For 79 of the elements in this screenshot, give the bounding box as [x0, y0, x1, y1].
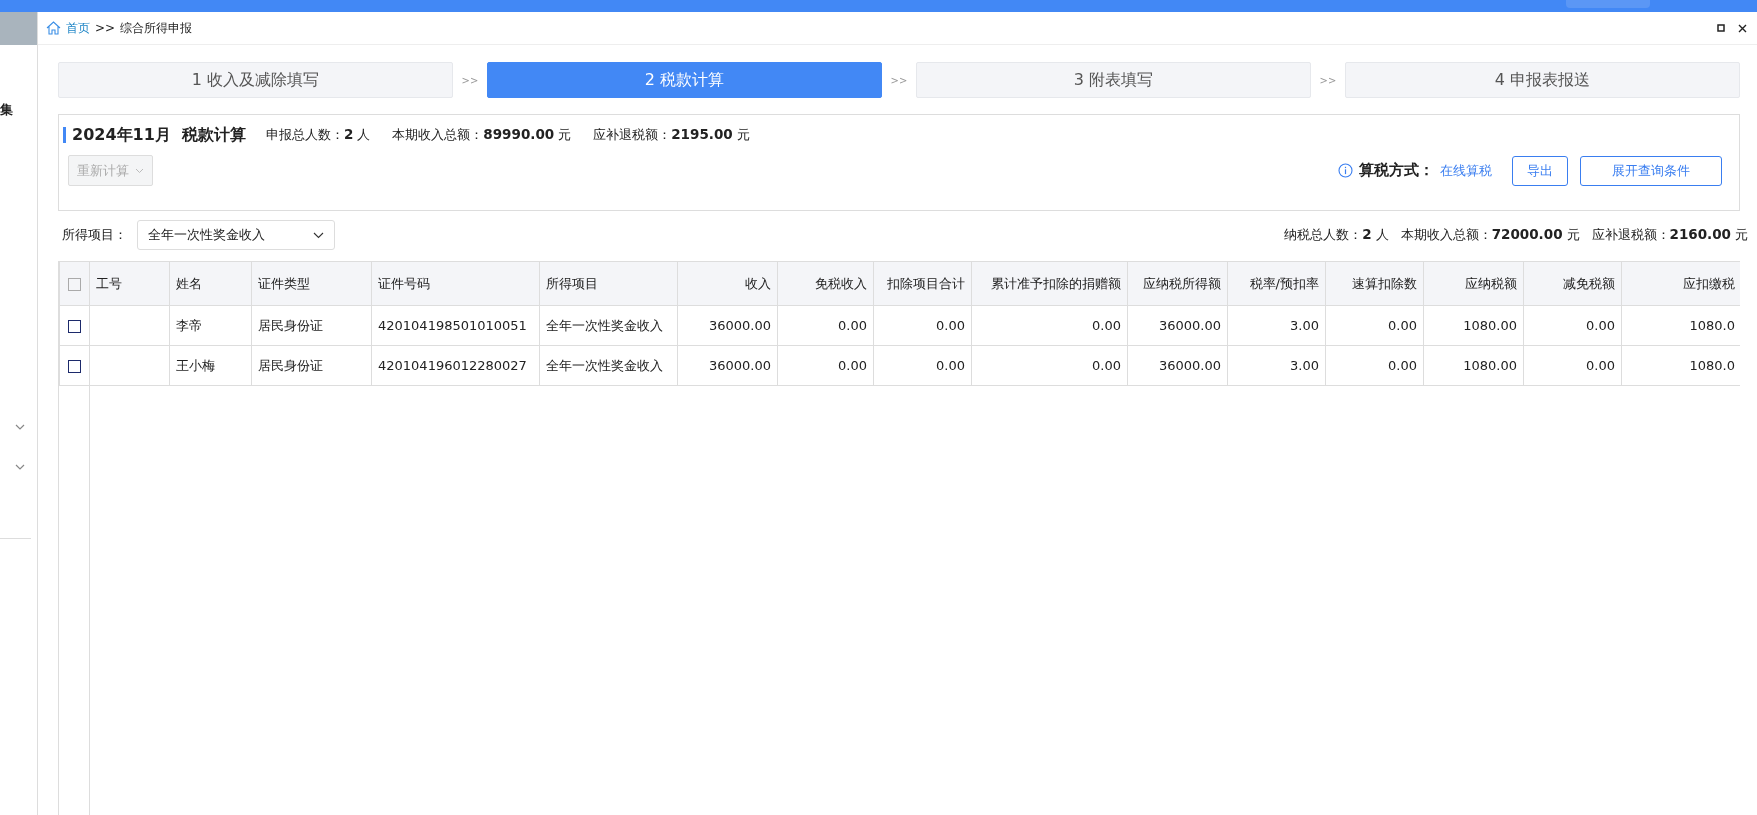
select-all-checkbox[interactable] [68, 278, 81, 291]
chevron-down-icon[interactable] [15, 464, 25, 470]
step-separator: >> [889, 74, 909, 86]
column-header: 工号 [96, 275, 122, 291]
column-header: 减免税额 [1563, 275, 1615, 291]
breadcrumb-current: 综合所得申报 [120, 19, 193, 37]
table-cell: 1080.0 [1689, 358, 1735, 373]
row-checkbox[interactable] [68, 320, 81, 333]
table-cell: 0.00 [1092, 358, 1121, 373]
table-cell: 0.00 [1388, 358, 1417, 373]
column-header: 姓名 [176, 275, 202, 291]
table-cell: 0.00 [1388, 318, 1417, 333]
column-header: 税率/预扣率 [1249, 275, 1319, 291]
step-separator: >> [1318, 74, 1338, 86]
table-cell: 全年一次性奖金收入 [546, 317, 663, 333]
column-header: 速算扣除数 [1352, 275, 1417, 291]
summary-stat: 本期收入总额：89990.00 元 [392, 126, 572, 144]
column-header: 应纳税额 [1465, 275, 1517, 291]
table-cell: 居民身份证 [258, 357, 323, 373]
table-cell: 0.00 [936, 358, 965, 373]
info-icon [1338, 163, 1353, 178]
table-cell: 1080.0 [1689, 318, 1735, 333]
column-header: 证件类型 [258, 275, 310, 291]
table-cell: 36000.00 [708, 358, 771, 373]
outline-button[interactable]: 导出 [1512, 155, 1568, 186]
chevron-down-icon[interactable] [15, 424, 25, 430]
column-header: 证件号码 [378, 275, 430, 291]
column-header: 应扣缴税 [1683, 275, 1735, 291]
method-link[interactable]: 在线算税 [1440, 161, 1492, 180]
column-header: 所得项目 [546, 275, 598, 291]
column-header: 扣除项目合计 [887, 275, 965, 291]
table-cell: 420104196012280027 [378, 358, 527, 373]
table-cell: 1080.00 [1463, 358, 1517, 373]
column-header: 应纳税所得额 [1143, 275, 1221, 291]
summary-stat: 应补退税额：2195.00 元 [593, 126, 750, 144]
column-header: 收入 [745, 275, 771, 291]
table-cell: 全年一次性奖金收入 [546, 357, 663, 373]
table-cell: 李帝 [176, 317, 202, 333]
filter-label: 所得项目： [62, 226, 127, 244]
row-checkbox[interactable] [68, 360, 81, 373]
close-icon[interactable] [1738, 23, 1747, 33]
table-cell: 0.00 [838, 318, 867, 333]
method-label: 算税方式： [1359, 161, 1434, 180]
table-cell: 0.00 [1586, 358, 1615, 373]
total-stat: 应补退税额：2160.00 元 [1591, 226, 1748, 244]
table-cell: 3.00 [1290, 318, 1319, 333]
column-header: 累计准予扣除的捐赠额 [991, 275, 1121, 291]
maximize-icon[interactable] [1717, 24, 1725, 32]
income-type-select[interactable]: 全年一次性奖金收入 [137, 220, 335, 250]
table-cell: 36000.00 [1158, 358, 1221, 373]
column-header: 免税收入 [815, 275, 867, 291]
total-stat: 纳税总人数：2 人 [1284, 226, 1389, 244]
table-cell: 居民身份证 [258, 317, 323, 333]
caret-icon [135, 167, 144, 174]
table-cell: 0.00 [936, 318, 965, 333]
table-cell: 420104198501010051 [378, 318, 527, 333]
sidebar-header [0, 12, 37, 45]
table-cell: 0.00 [1092, 318, 1121, 333]
summary-stat: 申报总人数：2 人 [265, 126, 371, 144]
step-tab[interactable]: 2 税款计算 [487, 62, 882, 98]
step-tab[interactable]: 1 收入及减除填写 [58, 62, 453, 98]
table-cell: 王小梅 [176, 357, 215, 373]
sidebar-item[interactable]: 集 [0, 101, 14, 119]
table-cell: 0.00 [838, 358, 867, 373]
table-cell: 36000.00 [1158, 318, 1221, 333]
outline-button[interactable]: 展开查询条件 [1580, 155, 1722, 186]
step-separator: >> [460, 74, 480, 86]
breadcrumb-separator: >> [95, 21, 116, 35]
summary-title: 2024年11月 税款计算 [72, 124, 246, 146]
home-icon[interactable] [46, 21, 61, 35]
home-link[interactable]: 首页 [66, 19, 90, 37]
table-cell: 0.00 [1586, 318, 1615, 333]
table-cell: 1080.00 [1463, 318, 1517, 333]
table-cell: 36000.00 [708, 318, 771, 333]
step-tab[interactable]: 3 附表填写 [916, 62, 1311, 98]
step-tab[interactable]: 4 申报表报送 [1345, 62, 1740, 98]
total-stat: 本期收入总额：72000.00 元 [1400, 226, 1580, 244]
caret-icon [313, 231, 324, 239]
table-cell: 3.00 [1290, 358, 1319, 373]
